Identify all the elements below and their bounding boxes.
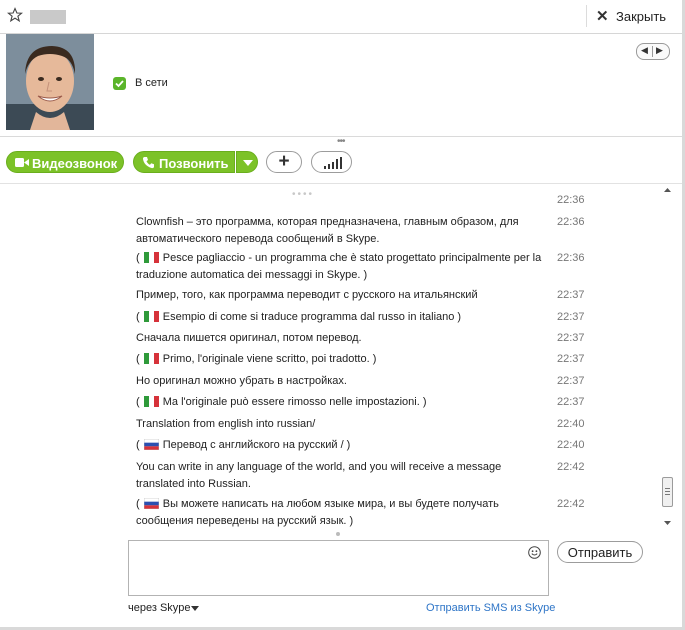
message-text: Translation from english into russian/ <box>136 418 316 430</box>
contact-profile: В сети ◀ ▶ <box>0 34 682 137</box>
video-camera-icon <box>15 158 29 167</box>
video-call-label: Видеозвонок <box>32 156 118 171</box>
bracket: ( <box>136 252 140 264</box>
profile-nav-arrows[interactable]: ◀ ▶ <box>636 43 670 60</box>
arrow-right-icon[interactable]: ▶ <box>656 45 663 56</box>
message-text: ( Primo, l'originale viene scritto, poi … <box>136 353 377 365</box>
online-status-icon <box>113 77 126 90</box>
message-text: ( Pesce pagliaccio - un programma che è … <box>136 252 542 281</box>
close-label: Закрыть <box>616 9 667 24</box>
chevron-down-icon <box>243 160 253 166</box>
message-time: 22:37 <box>557 311 585 323</box>
faded-message-remnant: •••• <box>292 189 315 200</box>
message-time: 22:40 <box>557 418 585 430</box>
chevron-down-icon[interactable] <box>191 606 199 611</box>
video-call-button[interactable]: Видеозвонок <box>6 151 124 173</box>
avatar[interactable] <box>6 34 94 130</box>
send-sms-link[interactable]: Отправить SMS из Skype <box>426 602 555 614</box>
message-time: 22:37 <box>557 375 585 387</box>
message-text: Сначала пишется оригинал, потом перевод. <box>136 332 362 344</box>
scroll-down-arrow-icon[interactable] <box>661 517 674 529</box>
conversation-header: ✕ Закрыть <box>0 0 682 34</box>
message-time: 22:42 <box>557 498 585 510</box>
arrow-left-icon[interactable]: ◀ <box>641 45 648 56</box>
call-quality-button[interactable] <box>311 151 352 173</box>
message-time: 22:37 <box>557 353 585 365</box>
italy-flag-icon <box>143 252 159 263</box>
message-time: 22:42 <box>557 461 585 473</box>
signal-bars-icon <box>324 157 342 169</box>
send-button[interactable]: Отправить <box>557 541 643 563</box>
bracket: ( <box>136 396 140 408</box>
chat-history[interactable]: •••• 22:36 Clownfish – это программа, ко… <box>0 184 682 536</box>
nav-arrow-divider <box>652 46 653 57</box>
message-time: 22:37 <box>557 396 585 408</box>
message-text: ( Перевод с английского на русский / ) <box>136 439 351 451</box>
bracket: ( <box>136 353 140 365</box>
chat-scrollbar[interactable] <box>661 184 674 529</box>
bracket: ( <box>136 439 140 451</box>
message-input[interactable] <box>128 540 549 596</box>
message-text: Но оригинал можно убрать в настройках. <box>136 375 347 387</box>
close-icon: ✕ <box>596 8 609 25</box>
message-text: ( Ma l'originale può essere rimosso nell… <box>136 396 427 408</box>
favorite-star-icon[interactable] <box>7 7 23 23</box>
status-text: В сети <box>135 77 168 89</box>
call-toolbar: Видеозвонок Позвонить + <box>0 143 682 184</box>
italy-flag-icon <box>143 353 159 364</box>
emoticon-icon[interactable] <box>528 546 541 559</box>
message-time: 22:40 <box>557 439 585 451</box>
message-text: Clownfish – это программа, которая предн… <box>136 216 519 245</box>
bracket: ( <box>136 311 140 323</box>
message-time: 22:36 <box>557 252 585 264</box>
message-time: 22:36 <box>557 194 585 206</box>
italy-flag-icon <box>143 311 159 322</box>
russia-flag-icon <box>143 439 159 450</box>
message-text: You can write in any language of the wor… <box>136 461 502 490</box>
phone-icon <box>142 157 154 169</box>
contact-name-redacted <box>30 10 66 24</box>
message-text: Пример, того, как программа переводит с … <box>136 289 478 301</box>
call-options-dropdown[interactable] <box>236 151 258 173</box>
italy-flag-icon <box>143 396 159 407</box>
scroll-up-arrow-icon[interactable] <box>661 184 674 196</box>
send-via-selector[interactable]: через Skype <box>128 602 191 614</box>
message-text: ( Вы можете написать на любом языке мира… <box>136 498 499 527</box>
russia-flag-icon <box>143 498 159 509</box>
message-text: ( Esempio di come si traduce programma d… <box>136 311 462 323</box>
header-divider <box>586 5 587 27</box>
compose-resize-grip[interactable] <box>336 532 340 536</box>
bracket: ( <box>136 498 140 510</box>
add-participant-button[interactable]: + <box>266 151 302 173</box>
close-button[interactable]: ✕ Закрыть <box>590 4 678 28</box>
call-button[interactable]: Позвонить <box>133 151 235 173</box>
message-time: 22:37 <box>557 289 585 301</box>
message-time: 22:37 <box>557 332 585 344</box>
call-label: Позвонить <box>159 156 229 171</box>
message-time: 22:36 <box>557 216 585 228</box>
scroll-thumb[interactable] <box>662 477 673 507</box>
